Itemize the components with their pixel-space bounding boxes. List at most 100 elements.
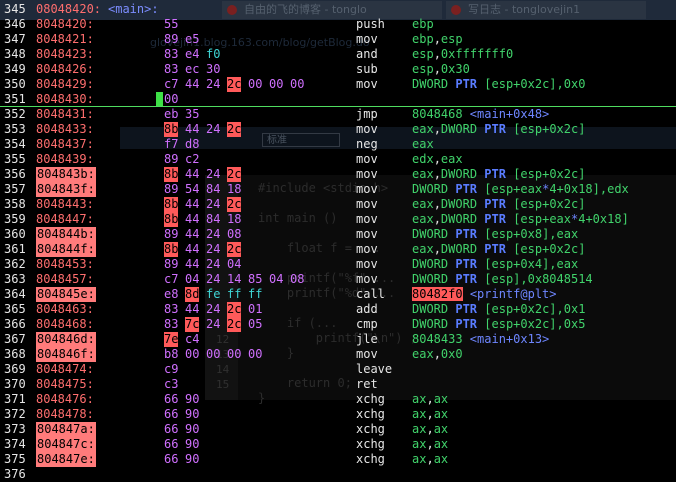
listing-line[interactable]: 374 804847c: 66 90 xchg ax,ax xyxy=(0,437,676,452)
line-number: 353 xyxy=(4,122,26,136)
listing-line[interactable]: 350 8048429: c7 44 24 2c 00 00 00 mov DWORD PTR [e… xyxy=(0,77,676,92)
opcode-byte: ec xyxy=(185,62,200,76)
operands: ax,ax xyxy=(412,437,448,452)
listing-line[interactable]: 345 08048420: <main>: xyxy=(0,2,676,17)
opcode-byte: 04 xyxy=(269,272,284,286)
mnemonic: xchg xyxy=(356,422,385,436)
operand-token: PTR xyxy=(484,242,506,256)
listing-line[interactable]: 368 804846f: b8 00 00 00 00 mov eax,0x0 xyxy=(0,347,676,362)
opcode-bytes: 7e c4 xyxy=(164,332,206,347)
operand-token: [esp+eax xyxy=(505,212,571,226)
opcode-byte: 66 xyxy=(164,452,179,466)
listing-line[interactable]: 347 8048421: 89 e5 mov ebp,esp xyxy=(0,32,676,47)
operand-token: [esp+eax xyxy=(477,182,543,196)
listing-line[interactable]: 371 8048476: 66 90 xchg ax,ax xyxy=(0,392,676,407)
operand-token: 4+0x18] xyxy=(578,212,629,226)
listing-line[interactable]: 364 804845e: e8 8d fe ff ff call 80482f0 <printf… xyxy=(0,287,676,302)
operand-token: DWORD xyxy=(440,242,485,256)
listing-line[interactable]: 365 8048463: 83 44 24 2c 01 add DWORD PTR [esp+0… xyxy=(0,302,676,317)
operand-token: , xyxy=(433,152,441,166)
opcode-bytes: 66 90 xyxy=(164,452,206,467)
mnemonic: mov xyxy=(356,347,378,361)
operand-token: , xyxy=(433,32,441,46)
line-number: 359 xyxy=(4,212,26,226)
opcode-byte: 89 xyxy=(164,152,179,166)
mnemonic: mov xyxy=(356,242,378,256)
operands: ax,ax xyxy=(412,407,448,422)
listing-line[interactable]: 349 8048426: 83 ec 30 sub esp,0x30 xyxy=(0,62,676,77)
operand-token: 0xfffffff0 xyxy=(440,47,514,61)
listing-line[interactable]: 361 804844f: 8b 44 24 2c mov eax,DWORD PTR [esp… xyxy=(0,242,676,257)
listing-line[interactable]: 354 8048437: f7 d8 neg eax xyxy=(0,137,676,152)
listing-line[interactable]: 352 8048431: eb 35 jmp 8048468 <main+0x48> xyxy=(0,107,676,122)
opcode-byte: fe xyxy=(206,287,221,301)
listing-line[interactable]: 351 8048430: 00 xyxy=(0,92,676,107)
operand-token: [esp+0x2c],0x1 xyxy=(477,302,586,316)
operand-token: , xyxy=(426,407,434,421)
opcode-byte: 24 xyxy=(206,257,221,271)
opcode-byte: d8 xyxy=(185,137,200,151)
listing-line[interactable]: 366 8048468: 83 7c 24 2c 05 cmp DWORD PTR [esp+0… xyxy=(0,317,676,332)
listing-line[interactable]: 355 8048439: 89 c2 mov edx,eax xyxy=(0,152,676,167)
mnemonic: mov xyxy=(356,257,378,271)
opcode-byte: 8b xyxy=(164,167,179,182)
instruction-address: 8048421: xyxy=(36,32,94,46)
mnemonic: mov xyxy=(356,227,378,241)
listing-line[interactable]: 359 8048447: 8b 44 84 18 mov eax,DWORD PTR [esp… xyxy=(0,212,676,227)
line-number: 363 xyxy=(4,272,26,286)
listing-line[interactable]: 370 8048475: c3 ret xyxy=(0,377,676,392)
operands: DWORD PTR [esp+0x2c],0x0 xyxy=(412,77,585,92)
opcode-bytes: 89 54 84 18 xyxy=(164,182,248,197)
operand-token: ax xyxy=(412,437,427,451)
operand-token: [esp+0x2c] xyxy=(505,122,586,136)
instruction-address: 804847c: xyxy=(36,437,96,452)
operand-token: ax xyxy=(412,392,427,406)
operand-token: [esp+0x2c],0x5 xyxy=(477,317,586,331)
instruction-address: 8048430: xyxy=(36,92,94,106)
opcode-byte: 2c xyxy=(227,167,242,182)
listing-line[interactable]: 375 804847e: 66 90 xchg ax,ax xyxy=(0,452,676,467)
opcode-byte: 90 xyxy=(185,392,200,406)
operand-token: [esp+0x2c],0x0 xyxy=(477,77,586,91)
mnemonic: mov xyxy=(356,272,378,286)
opcode-byte: ff xyxy=(227,287,242,301)
listing-line[interactable]: 363 8048457: c7 04 24 14 85 04 08 mov DWORD PTR [e… xyxy=(0,272,676,287)
opcode-byte: 66 xyxy=(164,407,179,421)
operand-token: DWORD xyxy=(412,302,456,316)
listing-line[interactable]: 376 xyxy=(0,467,676,482)
opcode-byte: 83 xyxy=(164,47,179,61)
opcode-byte: 89 xyxy=(164,227,179,241)
operands: 8048433 <main+0x13> xyxy=(412,332,549,347)
instruction-address: 8048423: xyxy=(36,47,94,61)
instruction-address: 804844b: xyxy=(36,227,96,242)
operands: eax,DWORD PTR [esp+0x2c] xyxy=(412,167,585,182)
listing-line[interactable]: 357 804843f: 89 54 84 18 mov DWORD PTR [esp+eax… xyxy=(0,182,676,197)
listing-line[interactable]: 356 804843b: 8b 44 24 2c mov eax,DWORD PTR [esp… xyxy=(0,167,676,182)
opcode-bytes: c7 04 24 14 85 04 08 xyxy=(164,272,311,287)
opcode-byte: 00 xyxy=(164,92,179,106)
mnemonic: xchg xyxy=(356,392,385,406)
operands: DWORD PTR [esp+0x4],eax xyxy=(412,257,578,272)
listing-line[interactable]: 348 8048423: 83 e4 f0 and esp,0xfffffff0 xyxy=(0,47,676,62)
listing-line[interactable]: 372 8048478: 66 90 xchg ax,ax xyxy=(0,407,676,422)
opcode-byte: 14 xyxy=(227,272,242,286)
listing-line[interactable]: 367 804846d: 7e c4 jle 8048433 <main+0x13> xyxy=(0,332,676,347)
listing-line[interactable]: 346 8048420: 55 push ebp xyxy=(0,17,676,32)
operand-token: , xyxy=(426,452,434,466)
operand-token xyxy=(463,287,470,301)
operands: eax,DWORD PTR [esp+eax*4+0x18] xyxy=(412,212,629,227)
opcode-byte: 83 xyxy=(164,317,179,331)
operand-token: PTR xyxy=(484,212,506,226)
operand-token: DWORD xyxy=(440,197,485,211)
listing-line[interactable]: 373 804847a: 66 90 xchg ax,ax xyxy=(0,422,676,437)
listing-line[interactable]: 353 8048433: 8b 44 24 2c mov eax,DWORD PTR [esp… xyxy=(0,122,676,137)
operand-token: PTR xyxy=(455,182,478,196)
listing-line[interactable]: 358 8048443: 8b 44 24 2c mov eax,DWORD PTR [esp… xyxy=(0,197,676,212)
mnemonic: xchg xyxy=(356,437,385,451)
opcode-byte: 7c xyxy=(185,317,200,332)
opcode-byte: 44 xyxy=(185,257,200,271)
listing-line[interactable]: 362 8048453: 89 44 24 04 mov DWORD PTR [esp+0x4… xyxy=(0,257,676,272)
listing-line[interactable]: 360 804844b: 89 44 24 08 mov DWORD PTR [esp+0x8… xyxy=(0,227,676,242)
listing-line[interactable]: 369 8048474: c9 leave xyxy=(0,362,676,377)
instruction-address: 8048457: xyxy=(36,272,94,286)
